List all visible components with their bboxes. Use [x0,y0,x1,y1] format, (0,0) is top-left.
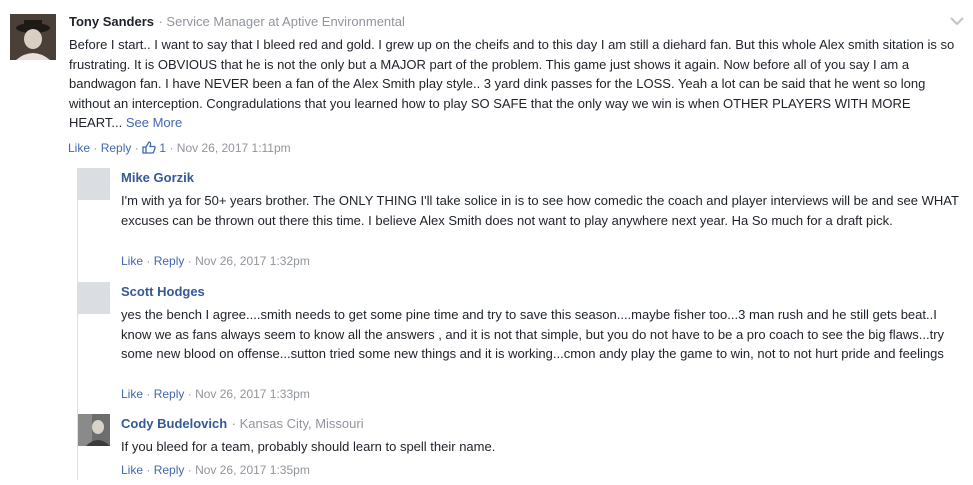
like-link[interactable]: Like [121,254,143,268]
reply-author[interactable]: Mike Gorzik [121,170,194,185]
author-location: Kansas City, Missouri [239,416,364,431]
like-link[interactable]: Like [121,463,143,477]
reply-actions: Like · Reply · Nov 26, 2017 1:33pm [121,387,310,401]
default-avatar-icon [78,168,110,200]
comment-body: Before I start.. I want to say that I bl… [69,35,959,133]
avatar[interactable] [78,282,110,314]
avatar[interactable] [10,14,56,60]
like-link[interactable]: Like [68,141,90,155]
main-comment: Tony Sanders · Service Manager at Aptive… [10,12,965,162]
reply-author[interactable]: Scott Hodges [121,284,205,299]
reply-actions: Like · Reply · Nov 26, 2017 1:35pm [121,463,310,477]
thumbs-up-icon [142,141,156,154]
like-count[interactable]: 1 [159,141,166,155]
like-link[interactable]: Like [121,387,143,401]
see-more-link[interactable]: See More [126,115,182,130]
profile-photo-icon [78,414,110,446]
comment-author[interactable]: Tony Sanders [69,14,154,29]
comment-timestamp[interactable]: Nov 26, 2017 1:11pm [177,141,291,155]
default-avatar-icon [78,282,110,314]
reply-text: yes the bench I agree....smith needs to … [121,307,945,361]
reply-timestamp[interactable]: Nov 26, 2017 1:35pm [195,463,310,477]
reply-link[interactable]: Reply [154,463,185,477]
reply-timestamp[interactable]: Nov 26, 2017 1:33pm [195,387,310,401]
profile-photo-icon [10,14,56,60]
reply-author[interactable]: Cody Budelovich [121,416,227,431]
comment-text: Before I start.. I want to say that I bl… [69,37,955,130]
comment-actions: Like · Reply · 1 · Nov 26, 2017 1:11pm [68,141,291,155]
reply-actions: Like · Reply · Nov 26, 2017 1:32pm [121,254,310,268]
reply-link[interactable]: Reply [154,254,185,268]
author-title: Service Manager at Aptive Environmental [166,14,405,29]
avatar[interactable] [78,168,110,200]
reply-timestamp[interactable]: Nov 26, 2017 1:32pm [195,254,310,268]
reply-link[interactable]: Reply [154,387,185,401]
avatar[interactable] [78,414,110,446]
reply-link[interactable]: Reply [101,141,132,155]
reply-text: I'm with ya for 50+ years brother. The O… [121,193,959,228]
reply-text: If you bleed for a team, probably should… [121,439,496,454]
